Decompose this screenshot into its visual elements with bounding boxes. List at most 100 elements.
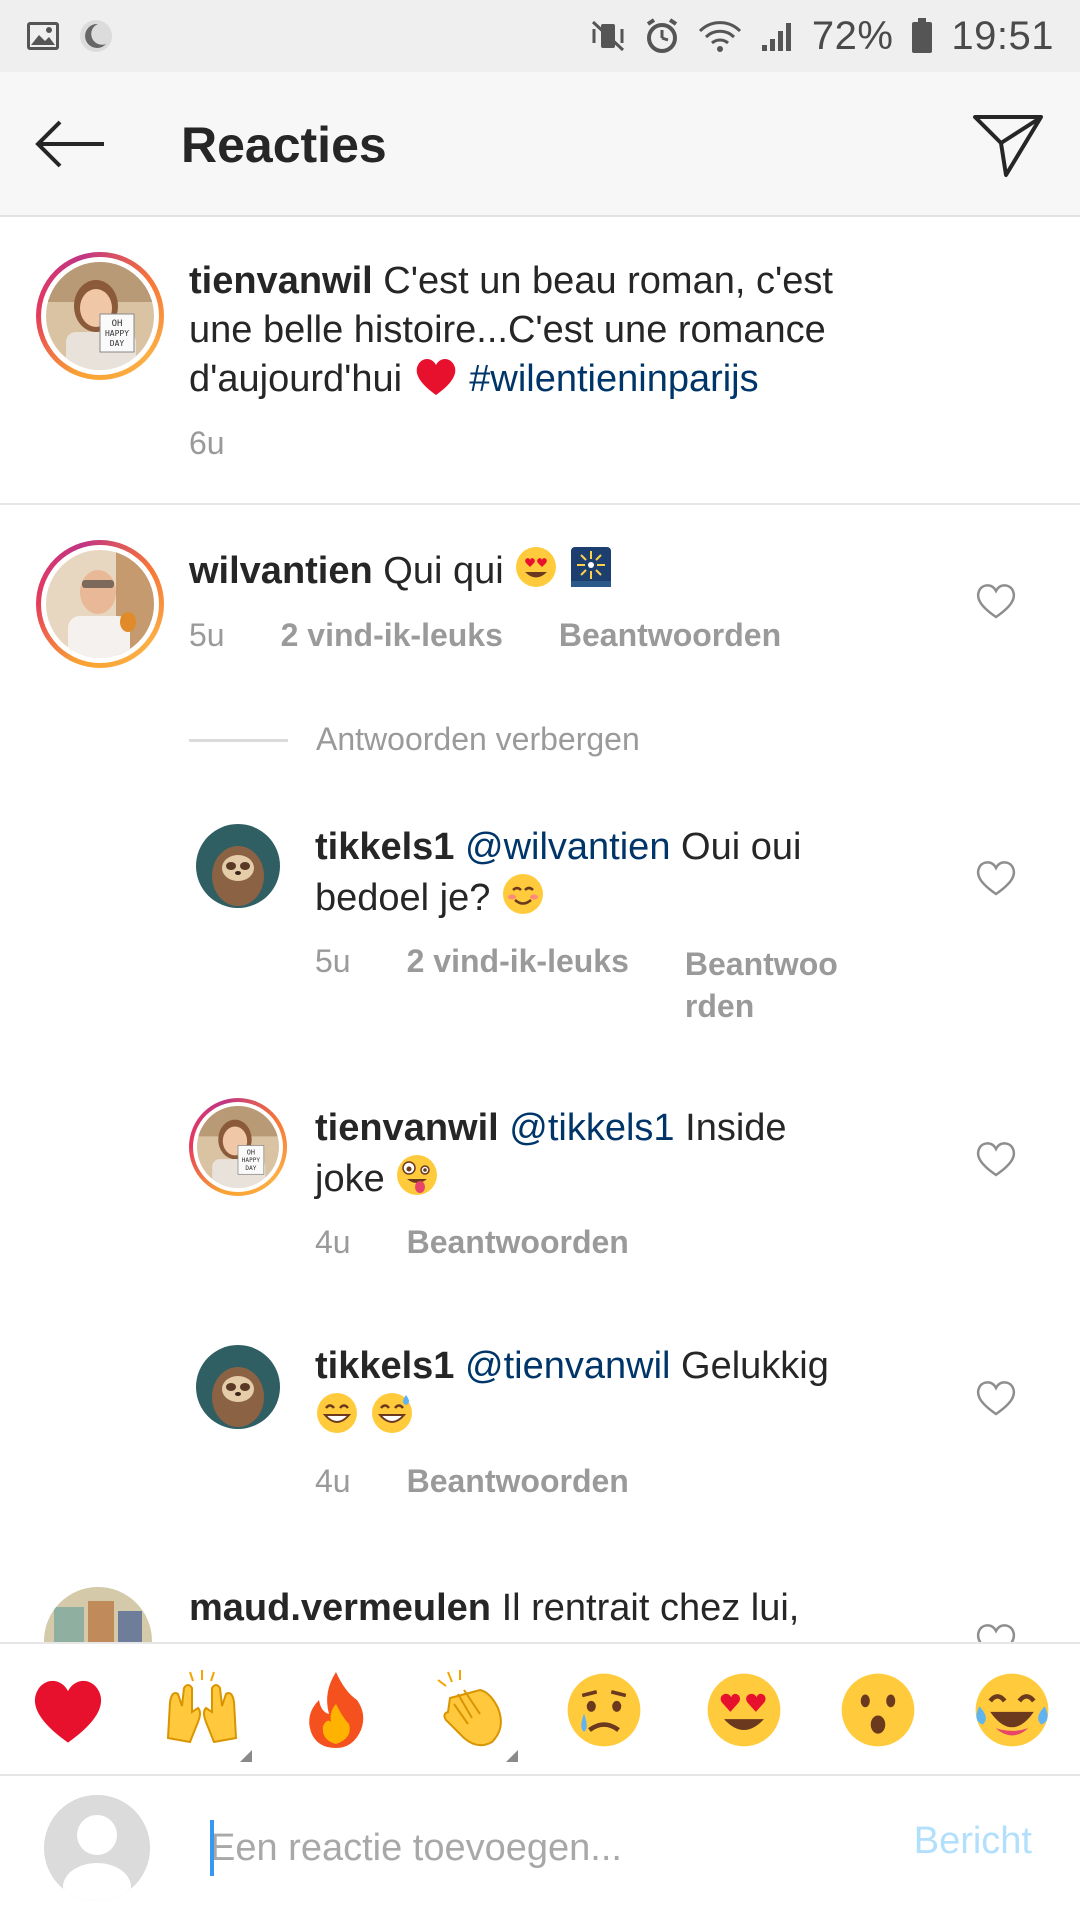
reply-button[interactable]: Beantwoo rden: [685, 943, 838, 1027]
comment-input[interactable]: [210, 1816, 870, 1880]
emoji-heart-button[interactable]: [26, 1668, 110, 1752]
caption-meta: 6u: [189, 425, 225, 462]
likes-count-link[interactable]: 2 vind-ik-leuks: [407, 943, 629, 1027]
replies-divider: [189, 739, 288, 742]
fireworks-emoji: [570, 547, 611, 587]
heart-eyes-face-emoji-icon: [707, 1673, 781, 1747]
svg-text:OH: OH: [247, 1149, 255, 1157]
quick-emoji-bar: [0, 1642, 1080, 1776]
post-button[interactable]: Bericht: [914, 1820, 1032, 1863]
reply-button-line-1: Beantwoo: [684, 946, 838, 982]
avatar[interactable]: OH HAPPY DAY: [36, 252, 164, 380]
avatar[interactable]: [44, 1587, 152, 1642]
share-button[interactable]: [966, 104, 1050, 188]
arrow-left-icon: [35, 120, 104, 168]
reply-body-cont: bedoel je?: [315, 877, 491, 919]
raised-hands-emoji-icon: [166, 1670, 238, 1744]
reply-username[interactable]: tikkels1: [315, 1345, 454, 1387]
reply-meta: 4u Beantwoorden: [315, 1463, 629, 1500]
wifi-icon: [698, 21, 741, 52]
like-heart-icon[interactable]: [974, 1138, 1018, 1178]
reply-meta: 4u Beantwoorden: [315, 1224, 629, 1261]
hashtag-link[interactable]: #wilentieninparijs: [469, 358, 758, 400]
reply-username[interactable]: tienvanwil: [315, 1107, 499, 1149]
avatar: [44, 1795, 150, 1901]
reply-time: 5u: [315, 943, 351, 979]
reply-username[interactable]: tikkels1: [315, 826, 454, 868]
paper-plane-icon: [973, 115, 1043, 177]
like-heart-icon[interactable]: [974, 857, 1018, 897]
svg-text:HAPPY: HAPPY: [242, 1157, 261, 1164]
reply-button[interactable]: Beantwoorden: [407, 1463, 629, 1500]
comment-username[interactable]: maud.vermeulen: [189, 1587, 491, 1629]
comment-item-partial: maud.vermeulen Il rentrait chez lui,: [0, 1560, 1080, 1642]
comment-body: Il rentrait chez lui,: [501, 1587, 800, 1629]
caption-username[interactable]: tienvanwil: [189, 260, 373, 302]
post-caption: OH HAPPY DAY tienvanwil C'est un beau ro…: [0, 217, 1080, 505]
reply-button-line-2: rden: [684, 988, 755, 1024]
emoji-tears-of-joy-button[interactable]: [970, 1668, 1054, 1752]
alarm-icon: [646, 18, 677, 53]
mention-link[interactable]: @tienvanwil: [465, 1345, 670, 1387]
back-button[interactable]: [30, 112, 110, 176]
caption-text: tienvanwil C'est un beau roman, c'est un…: [189, 257, 1049, 404]
comment-text: wilvantien Qui qui: [189, 545, 949, 596]
text-cursor: [210, 1820, 214, 1876]
caption-line-1: C'est un beau roman, c'est: [383, 260, 833, 302]
comment-text: maud.vermeulen Il rentrait chez lui,: [189, 1584, 949, 1633]
comment-body: Qui qui: [383, 550, 504, 592]
emoji-surprised-button[interactable]: [836, 1668, 920, 1752]
reply-time: 4u: [315, 1224, 351, 1260]
reply-time: 4u: [315, 1463, 351, 1499]
red-heart-emoji: [416, 359, 455, 395]
grinning-emoji: [317, 1393, 357, 1433]
emoji-fire-button[interactable]: [294, 1668, 378, 1752]
signal-icon: [761, 23, 791, 51]
tears-of-joy-face-emoji-icon: [975, 1673, 1049, 1747]
hide-replies-button[interactable]: Antwoorden verbergen: [316, 721, 640, 758]
skin-tone-indicator: [506, 1750, 518, 1762]
surprised-face-emoji-icon: [841, 1673, 915, 1747]
emoji-heart-eyes-button[interactable]: [702, 1668, 786, 1752]
reply-text: tikkels1 @tienvanwil Gelukkig: [315, 1342, 955, 1442]
zany-face-emoji: [397, 1155, 438, 1195]
avatar[interactable]: [36, 540, 164, 668]
reply-button[interactable]: Beantwoorden: [559, 617, 781, 654]
smiling-blush-emoji: [502, 874, 543, 914]
battery-percent: 72%: [811, 13, 894, 58]
comment-time: 5u: [189, 617, 225, 653]
heart-eyes-emoji: [516, 547, 557, 587]
like-heart-icon[interactable]: [974, 580, 1018, 620]
comment-username[interactable]: wilvantien: [189, 550, 373, 592]
reply-button[interactable]: Beantwoorden: [407, 1224, 629, 1261]
reply-body-cont: joke: [315, 1158, 385, 1200]
clock: 19:51: [951, 13, 1054, 58]
avatar[interactable]: OH HAPPY DAY: [189, 1098, 287, 1196]
avatar[interactable]: [196, 824, 280, 908]
mention-link[interactable]: @tikkels1: [509, 1107, 674, 1149]
comment-composer: Bericht: [0, 1776, 1080, 1920]
emoji-clapping-button[interactable]: [428, 1668, 512, 1752]
svg-text:DAY: DAY: [245, 1165, 256, 1172]
mention-link[interactable]: @wilvantien: [465, 826, 670, 868]
emoji-raised-hands-button[interactable]: [160, 1668, 244, 1752]
status-bar: 72% 19:51: [0, 0, 1080, 72]
svg-text:OH: OH: [112, 319, 123, 329]
profile-photo-wilvantien: [46, 550, 154, 658]
caption-line-3: d'aujourd'hui: [189, 358, 403, 400]
like-heart-icon[interactable]: [974, 1377, 1018, 1417]
emoji-crying-button[interactable]: [562, 1668, 646, 1752]
crying-face-emoji-icon: [567, 1673, 641, 1747]
skin-tone-indicator: [240, 1750, 252, 1762]
caption-time: 6u: [189, 425, 225, 461]
image-icon: [27, 22, 59, 50]
profile-photo-tienvanwil: OH HAPPY DAY: [46, 262, 154, 370]
like-heart-icon[interactable]: [974, 1620, 1018, 1642]
likes-count-link[interactable]: 2 vind-ik-leuks: [281, 617, 503, 654]
reply-meta: 5u 2 vind-ik-leuks Beantwoo rden: [315, 943, 838, 1027]
avatar[interactable]: [196, 1345, 280, 1429]
clapping-hands-emoji-icon: [437, 1670, 502, 1747]
reply-body: Gelukkig: [681, 1345, 829, 1387]
page-title: Reacties: [181, 117, 387, 173]
moon-icon: [80, 20, 112, 52]
